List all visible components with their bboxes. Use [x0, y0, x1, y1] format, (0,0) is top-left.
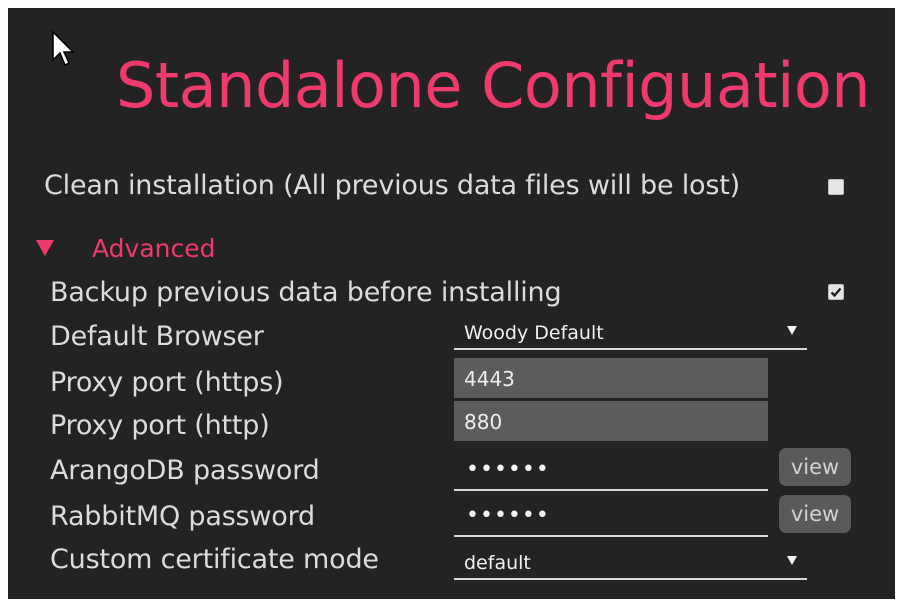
- arangodb-view-button[interactable]: view: [779, 448, 851, 486]
- rabbitmq-password-input[interactable]: ••••••: [454, 497, 768, 537]
- rabbitmq-password-label: RabbitMQ password: [50, 501, 315, 532]
- mouse-pointer-icon: [52, 30, 75, 67]
- caret-down-icon: [787, 556, 797, 565]
- checkmark-icon: [830, 287, 842, 298]
- arangodb-password-label: ArangoDB password: [50, 455, 320, 486]
- triangle-down-icon[interactable]: [35, 239, 55, 257]
- certificate-mode-select[interactable]: default: [454, 544, 807, 580]
- certificate-mode-label: Custom certificate mode: [50, 544, 379, 575]
- caret-down-icon: [787, 326, 797, 335]
- arangodb-password-input[interactable]: ••••••: [454, 451, 768, 491]
- proxy-http-value: 880: [464, 410, 503, 434]
- proxy-https-value: 4443: [464, 367, 515, 391]
- page-title: Standalone Configuation: [116, 49, 871, 122]
- certificate-mode-value: default: [464, 552, 531, 574]
- backup-checkbox[interactable]: [828, 284, 844, 300]
- proxy-https-label: Proxy port (https): [50, 367, 284, 398]
- backup-label: Backup previous data before installing: [50, 277, 562, 308]
- arangodb-password-value: ••••••: [466, 457, 550, 482]
- rabbitmq-password-value: ••••••: [466, 503, 550, 528]
- proxy-http-input[interactable]: 880: [454, 401, 768, 441]
- default-browser-value: Woody Default: [464, 322, 604, 344]
- config-panel: Standalone Configuation Clean installati…: [8, 8, 895, 599]
- rabbitmq-view-button[interactable]: view: [779, 495, 851, 533]
- proxy-https-input[interactable]: 4443: [454, 358, 768, 398]
- advanced-toggle[interactable]: Advanced: [92, 231, 216, 267]
- clean-install-checkbox[interactable]: [828, 179, 844, 195]
- default-browser-label: Default Browser: [50, 321, 264, 352]
- default-browser-select[interactable]: Woody Default: [454, 314, 807, 350]
- clean-install-label: Clean installation (All previous data fi…: [44, 170, 740, 201]
- proxy-http-label: Proxy port (http): [50, 410, 270, 441]
